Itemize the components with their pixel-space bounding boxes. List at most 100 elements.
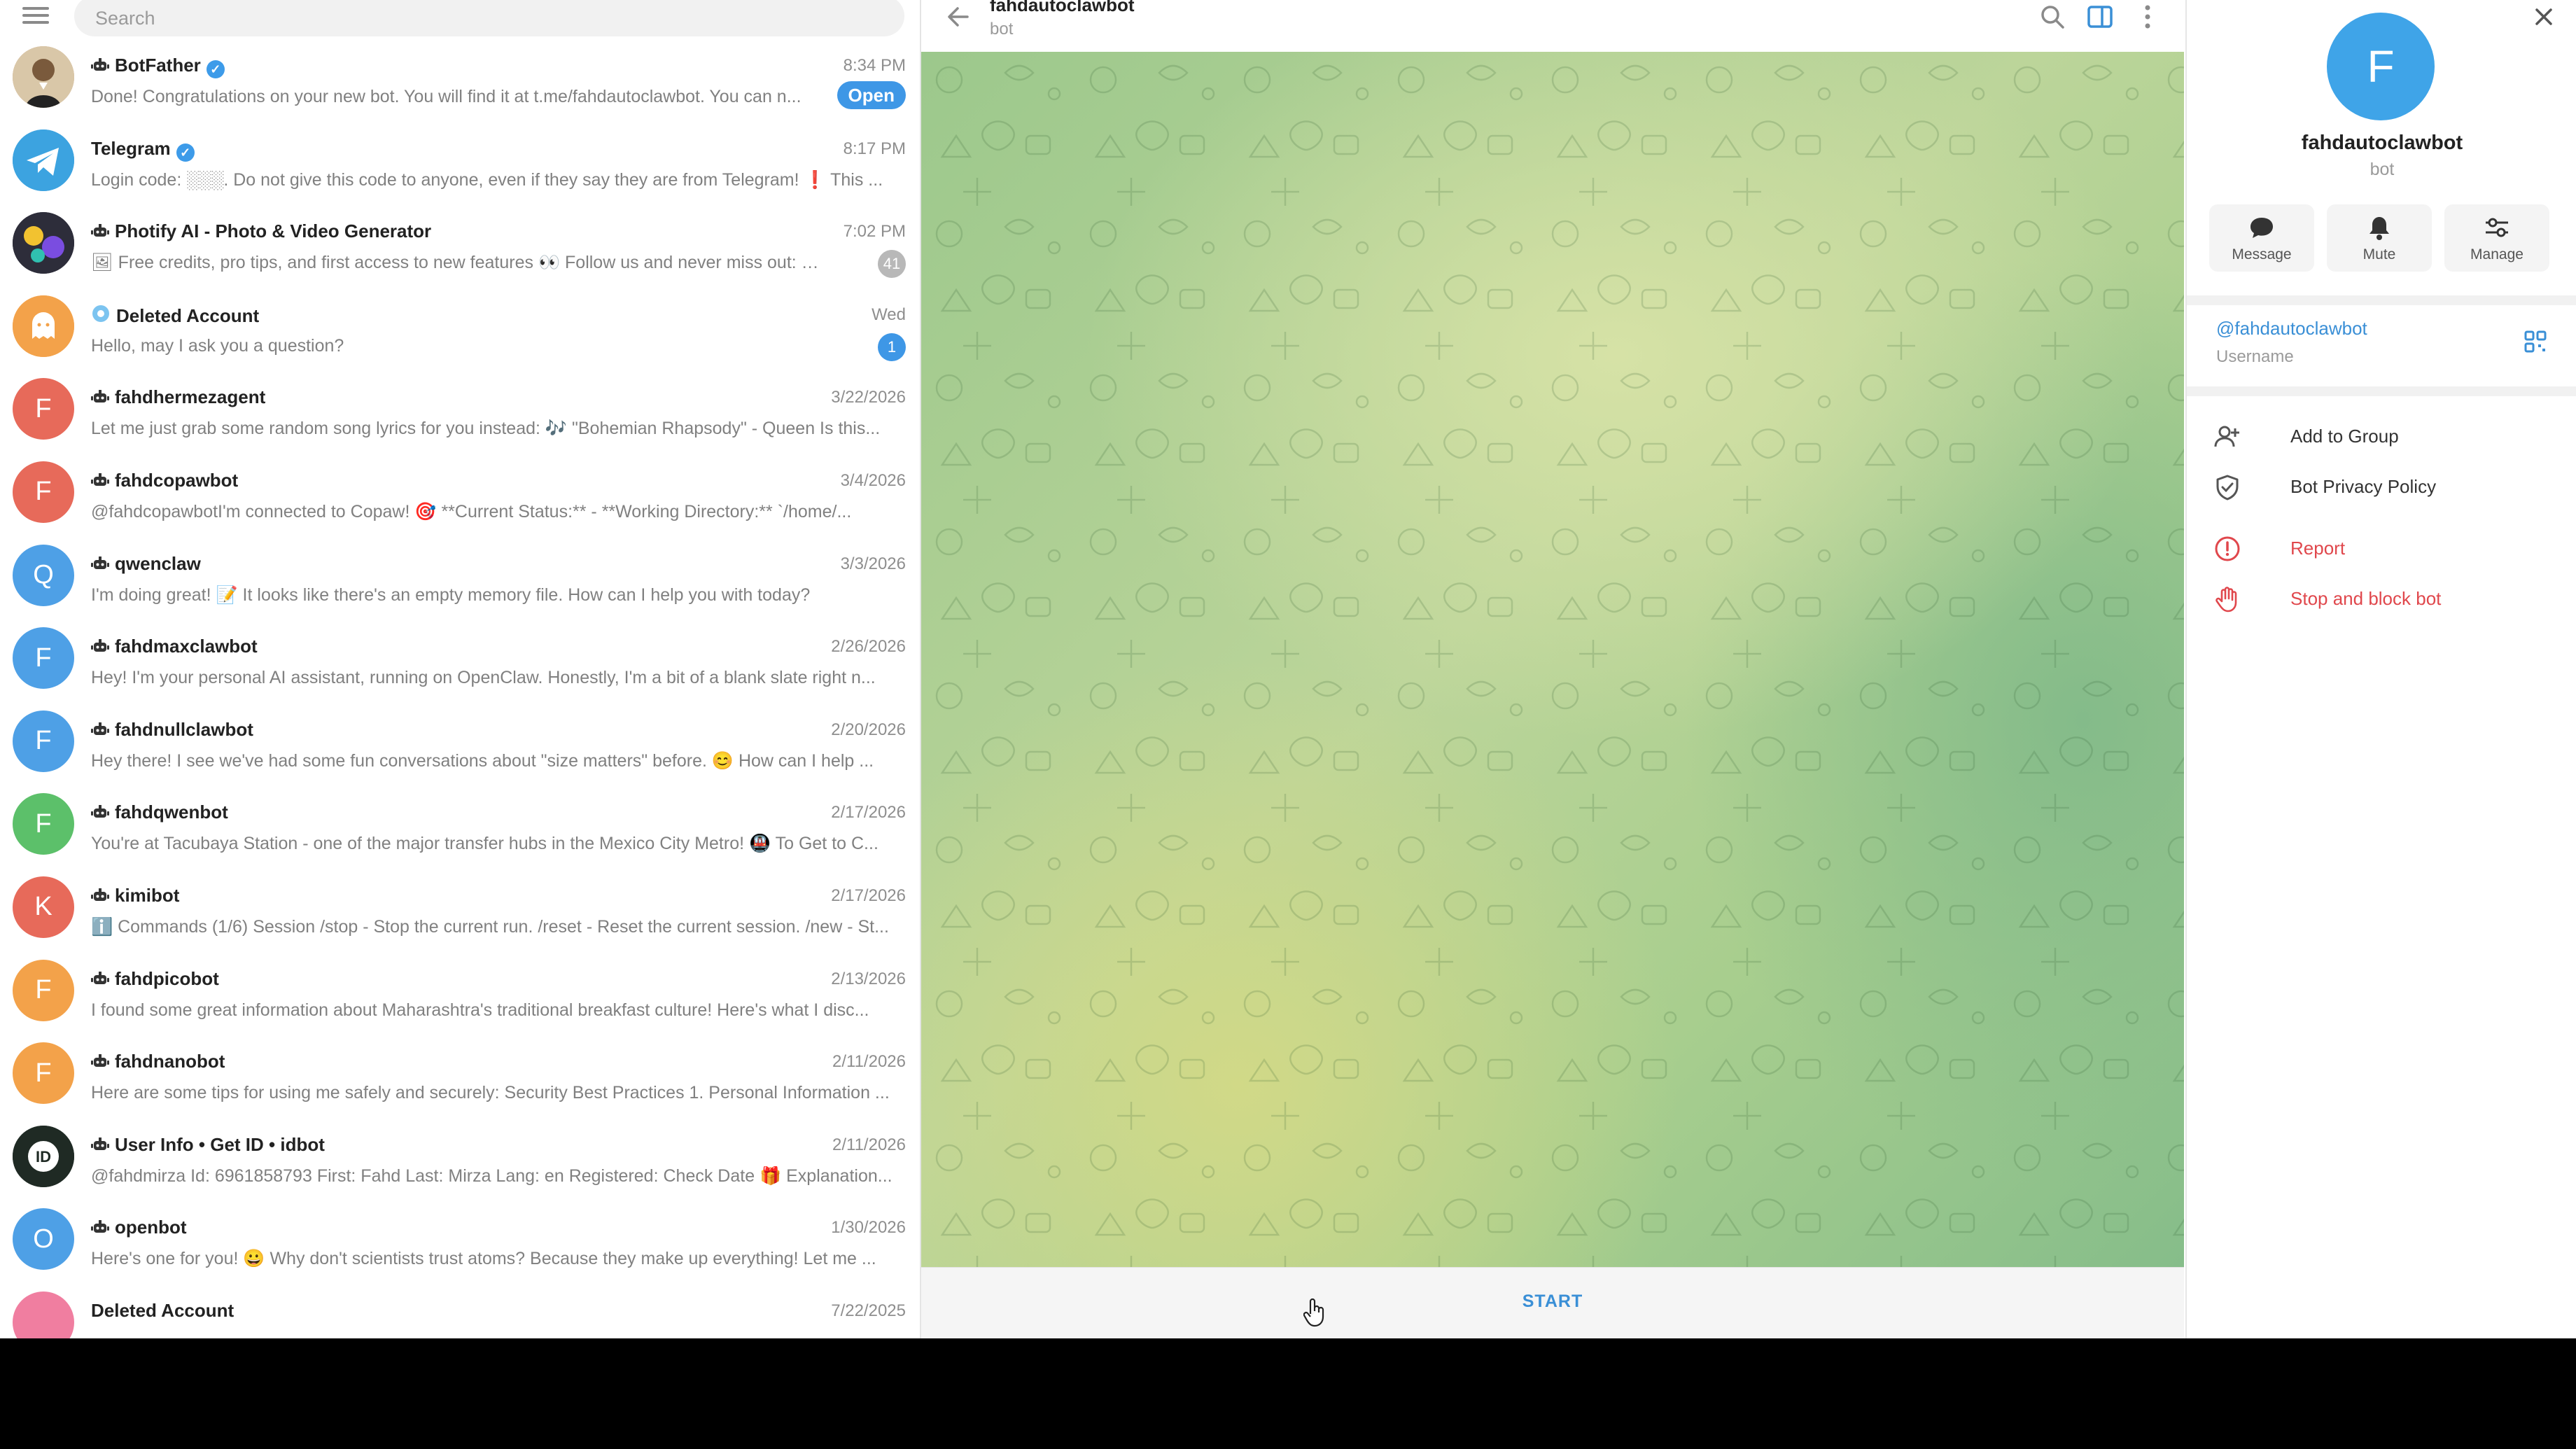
chat-list-item[interactable]: Ffahdnullclawbot 2/20/2026 Hey there! I se… [0, 701, 920, 784]
chat-list-item[interactable]: Kkimibot 2/17/2026 ℹ️ Commands (1/6) Sessi… [0, 867, 920, 950]
bot-privacy-policy-label: Bot Privacy Policy [2290, 476, 2437, 497]
chat-title-text: fahdmaxclawbot [115, 636, 258, 657]
stop-and-block-bot-item[interactable]: Stop and block bot [2187, 575, 2576, 620]
manage-action-button[interactable]: Manage [2444, 204, 2549, 272]
chat-avatar[interactable]: F [13, 461, 74, 523]
chat-avatar-letter: F [35, 1058, 52, 1088]
bot-icon [91, 971, 109, 984]
chat-title-text: Deleted Account [116, 304, 260, 326]
add-to-group-item[interactable]: Add to Group [2187, 413, 2576, 458]
chat-avatar[interactable]: ID [13, 1125, 74, 1187]
mute-action-button[interactable]: Mute [2327, 204, 2432, 272]
bot-icon [91, 556, 109, 569]
username-label: Username [2216, 347, 2294, 366]
bot-icon [91, 1054, 109, 1068]
chat-avatar-letter: F [35, 808, 52, 839]
chat-avatar[interactable] [13, 46, 74, 108]
bot-icon [91, 472, 109, 486]
chat-title: kimibot [91, 885, 179, 906]
manage-action-label: Manage [2470, 246, 2524, 262]
message-action-button[interactable]: Message [2209, 204, 2314, 272]
chat-wallpaper [921, 52, 2184, 1267]
chat-list: BotFather ✓ 8:34 PM Done! Congratulations o… [0, 36, 920, 1338]
idbot-avatar-icon: ID [13, 1125, 74, 1187]
chat-list-item[interactable]: Ffahdpicobot 2/13/2026 I found some great … [0, 950, 920, 1033]
start-button[interactable]: START [921, 1268, 2184, 1335]
chat-preview: Hey! I'm your personal AI assistant, run… [91, 668, 876, 688]
chat-list-item[interactable]: Deleted Account 7/22/2025 [0, 1282, 920, 1338]
chat-avatar[interactable]: O [13, 1208, 74, 1270]
chat-list-item[interactable]: ID User Info • Get ID • idbot 2/11/2026 @fa… [0, 1116, 920, 1199]
chat-avatar[interactable] [13, 1291, 74, 1338]
chat-list-item[interactable]: Ffahdnanobot 2/11/2026 Here are some tips … [0, 1032, 920, 1116]
chat-avatar[interactable]: F [13, 1042, 74, 1105]
chat-title-text: openbot [115, 1217, 187, 1238]
chat-time: 2/11/2026 [832, 1135, 906, 1154]
sliders-icon [2486, 218, 2508, 237]
chat-avatar[interactable]: K [13, 876, 74, 938]
chat-avatar[interactable] [13, 212, 74, 274]
bot-icon [91, 1220, 109, 1233]
chat-avatar[interactable]: F [13, 793, 74, 855]
chat-title-text: Telegram [91, 137, 171, 159]
close-icon[interactable] [2531, 4, 2556, 29]
profile-avatar[interactable]: F [2327, 13, 2435, 120]
chat-avatar[interactable]: F [13, 378, 74, 440]
chat-list-item[interactable]: Ffahdcopawbot 3/4/2026 @fahdcopawbotI'm co… [0, 451, 920, 535]
search-icon[interactable] [2037, 1, 2068, 32]
chat-preview: Let me just grab some random song lyrics… [91, 419, 881, 439]
chat-avatar-letter: F [35, 726, 52, 756]
chat-list-item[interactable]: Qqwenclaw 3/3/2026 I'm doing great! 📝 It l… [0, 535, 920, 618]
bot-privacy-policy-item[interactable]: Bot Privacy Policy [2187, 463, 2576, 508]
bot-icon [91, 722, 109, 735]
chat-avatar-letter: K [34, 892, 52, 922]
bot-icon [91, 639, 109, 652]
chat-preview: Done! Congratulations on your new bot. Y… [91, 87, 802, 106]
profile-subtitle: bot [2370, 160, 2395, 179]
hamburger-menu-icon[interactable] [20, 3, 52, 28]
open-button[interactable]: Open [836, 81, 906, 109]
chat-time: Wed [872, 304, 906, 324]
chat-title-text: fahdcopawbot [115, 469, 239, 491]
chat-list-item[interactable]: Oopenbot 1/30/2026 Here's one for you! 😀 W… [0, 1198, 920, 1282]
telegram-app: BotFather ✓ 8:34 PM Done! Congratulations o… [0, 0, 2576, 1338]
chat-avatar[interactable]: F [13, 710, 74, 772]
add-user-icon [2214, 426, 2239, 447]
back-arrow-icon[interactable] [942, 1, 977, 32]
message-action-label: Message [2232, 246, 2292, 262]
chat-preview: Here's one for you! 😀 Why don't scientis… [91, 1249, 876, 1269]
more-vertical-icon[interactable] [2132, 1, 2163, 32]
chat-title-text: fahdnullclawbot [115, 718, 253, 740]
chat-time: 2/26/2026 [831, 637, 906, 657]
chat-list-item[interactable]: Ffahdhermezagent 3/22/2026 Let me just gra… [0, 368, 920, 451]
chat-sidebar: BotFather ✓ 8:34 PM Done! Congratulations o… [0, 0, 921, 1338]
chat-list-item[interactable]: BotFather ✓ 8:34 PM Done! Congratulations o… [0, 36, 920, 120]
chat-avatar[interactable]: F [13, 627, 74, 690]
chat-title-text: fahdnanobot [115, 1051, 225, 1072]
chat-avatar[interactable]: Q [13, 544, 74, 606]
chat-title: qwenclaw [91, 553, 201, 575]
username-link[interactable]: @fahdautoclawbot [2216, 318, 2367, 340]
chat-title-text: BotFather [115, 55, 201, 76]
telegram-avatar-icon [13, 129, 74, 191]
sidebar-toggle-icon[interactable] [2085, 1, 2115, 32]
svg-text:ID: ID [36, 1148, 51, 1166]
chat-list-item[interactable]: Ffahdqwenbot 2/17/2026 You're at Tacubaya … [0, 783, 920, 867]
chat-avatar[interactable] [13, 129, 74, 191]
chat-title: Deleted Account [91, 1300, 234, 1322]
chat-list-item[interactable]: Ffahdmaxclawbot 2/26/2026 Hey! I'm your pe… [0, 617, 920, 701]
chat-title: Telegram ✓ [91, 138, 195, 162]
chat-list-item[interactable]: Deleted Account Wed Hello, may I ask you a… [0, 286, 920, 369]
chat-time: 7:02 PM [843, 222, 906, 241]
chat-avatar[interactable] [13, 295, 74, 357]
chat-list-item[interactable]: Photify AI - Photo & Video Generator 7:02… [0, 202, 920, 286]
report-item[interactable]: Report [2187, 525, 2576, 570]
chat-title[interactable]: fahdautoclawbot [990, 0, 1135, 16]
chat-time: 2/11/2026 [832, 1052, 906, 1072]
chat-avatar[interactable]: F [13, 959, 74, 1021]
chat-preview: I'm doing great! 📝 It looks like there's… [91, 584, 811, 605]
search-input[interactable] [74, 0, 904, 36]
chat-title-text: fahdqwenbot [115, 802, 228, 823]
chat-list-item[interactable]: Telegram ✓ 8:17 PM Login code: ░░░. Do not … [0, 120, 920, 203]
qr-code-icon[interactable] [2523, 329, 2548, 354]
